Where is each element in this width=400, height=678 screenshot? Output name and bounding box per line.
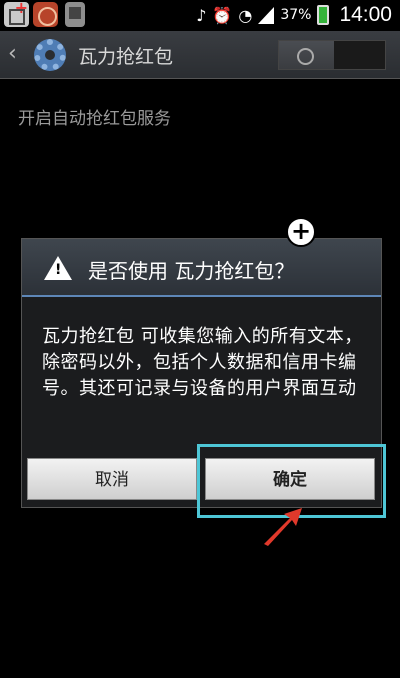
clock: 14:00 bbox=[339, 3, 392, 26]
page-title: 瓦力抢红包 bbox=[78, 46, 174, 68]
sim-icon bbox=[65, 2, 85, 27]
action-bar: ‹ 瓦力抢红包 bbox=[0, 31, 400, 79]
app-notification-icon bbox=[33, 2, 58, 27]
status-bar: ♪ ⏰ ◔ 37% 14:00 bbox=[0, 0, 400, 30]
battery-percent: 37% bbox=[280, 7, 312, 23]
status-indicators: ♪ ⏰ ◔ 37% 14:00 bbox=[196, 3, 392, 27]
signal-icon bbox=[258, 6, 275, 24]
dialog-header: ! 是否使用 瓦力抢红包？ bbox=[22, 239, 381, 297]
toggle-knob[interactable] bbox=[279, 41, 334, 69]
dialog-title: 是否使用 瓦力抢红包？ bbox=[88, 259, 295, 283]
dialog-message: 瓦力抢红包 可收集您输入的所有文本，除密码以外，包括个人数据和信用卡编号。其还可… bbox=[42, 326, 363, 399]
notification-icons bbox=[4, 0, 85, 27]
back-icon[interactable]: ‹ bbox=[8, 41, 17, 66]
gear-icon[interactable] bbox=[34, 39, 66, 71]
cancel-button[interactable]: 取消 bbox=[27, 458, 197, 500]
battery-icon bbox=[317, 5, 330, 25]
alarm-icon: ⏰ bbox=[212, 5, 233, 25]
plus-icon[interactable]: + bbox=[286, 217, 316, 247]
wifi-icon: ◔ bbox=[238, 5, 253, 25]
service-toggle[interactable] bbox=[278, 40, 386, 70]
pointer-arrow-icon bbox=[264, 508, 302, 546]
mute-icon: ♪ bbox=[196, 5, 207, 25]
warning-mark: ! bbox=[55, 262, 62, 278]
setting-row-enable-service[interactable]: 开启自动抢红包服务 bbox=[18, 104, 171, 129]
screenshot-notification-icon bbox=[4, 0, 29, 27]
